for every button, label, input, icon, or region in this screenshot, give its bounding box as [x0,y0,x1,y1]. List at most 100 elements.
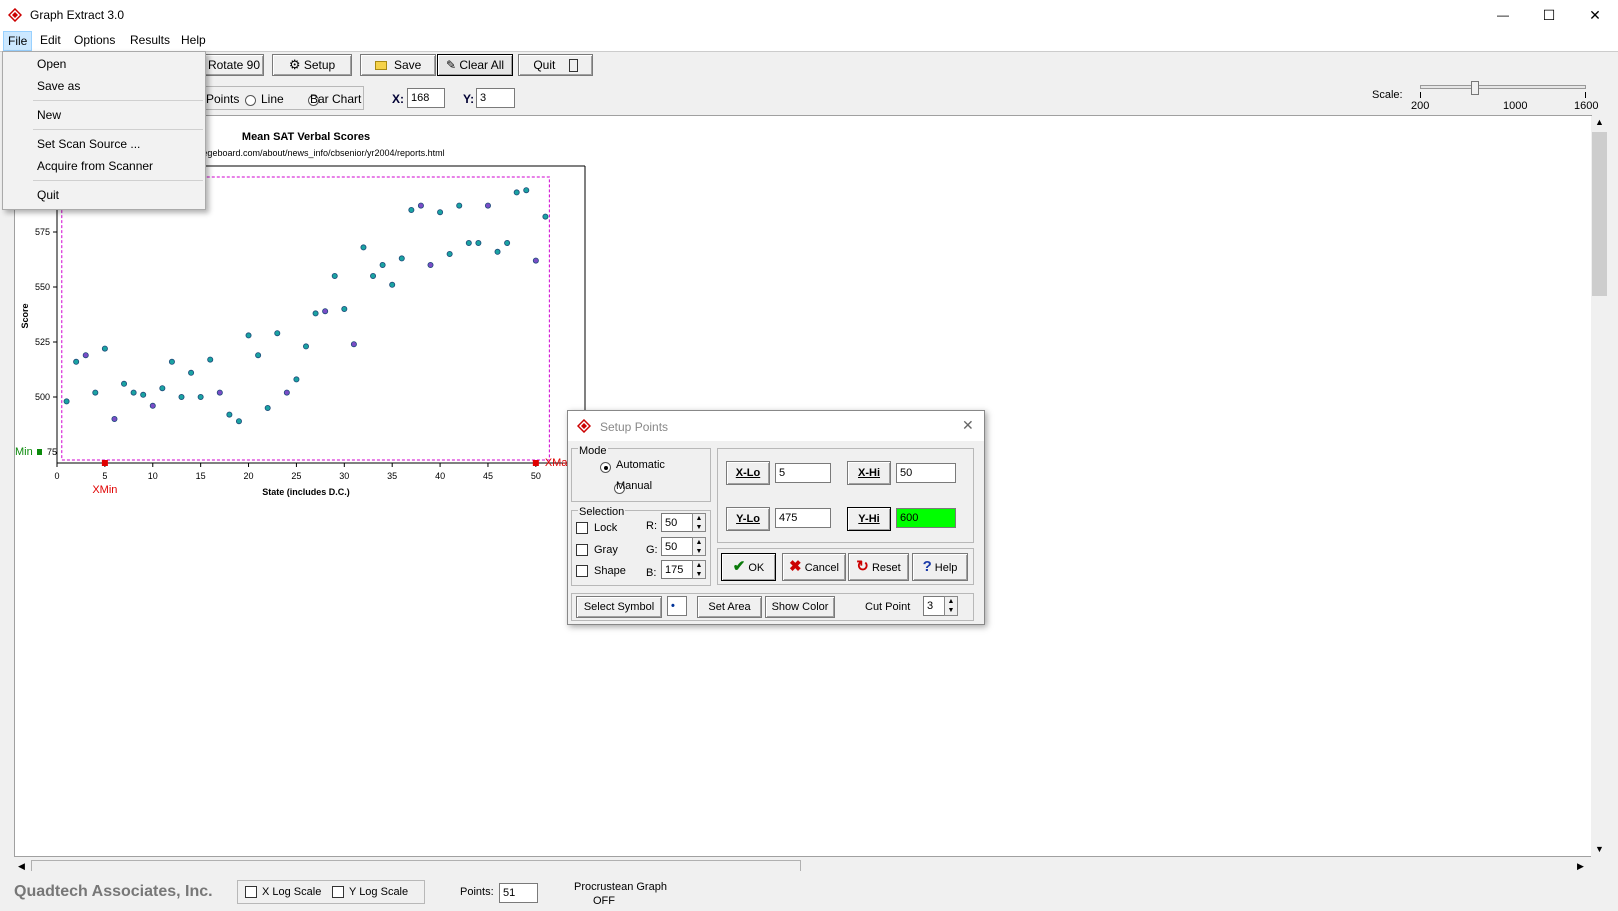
menu-new[interactable]: New [37,108,61,122]
setup-button[interactable]: ⚙ Setup [272,54,352,76]
selection-label: Selection [578,506,626,518]
menu-help[interactable]: Help [181,33,206,47]
scale-slider-thumb[interactable] [1470,81,1479,95]
rotate-90-button[interactable]: Rotate 90 [204,54,264,76]
y-axis-label: Score [20,303,30,328]
y-log-scale-checkbox[interactable] [332,886,344,898]
data-point [331,272,338,279]
menu-bar: File Edit Options Results Help [0,30,1618,52]
data-point [312,310,319,317]
clear-all-button[interactable]: ✎ Clear All [437,54,513,76]
menu-file[interactable]: File [3,31,33,51]
b-field[interactable]: 175 [661,560,693,579]
data-point [417,202,424,209]
xmin-marker [101,460,108,466]
vertical-scrollbar[interactable]: ▲ ▼ [1591,116,1608,858]
select-symbol-label: Select Symbol [583,601,655,613]
cursor-y-field[interactable]: 3 [476,88,515,108]
window-title: Graph Extract 3.0 [30,8,125,22]
scale-tick-200: 200 [1411,100,1430,112]
menu-acquire-scanner[interactable]: Acquire from Scanner [37,159,153,173]
line-radio-label: Line [261,92,284,106]
menu-save-as[interactable]: Save as [37,79,80,93]
close-button[interactable]: ✕ [1572,0,1618,30]
minimize-button[interactable]: — [1480,0,1526,30]
xmax-marker [532,460,539,466]
set-area-button[interactable]: Set Area [697,596,762,618]
procrustean-label: Procrustean Graph [574,881,667,893]
data-point [264,404,271,411]
y-lo-button[interactable]: Y-Lo [726,507,770,531]
data-point [523,187,530,194]
g-spinner[interactable]: ▲ ▼ [692,537,706,556]
quit-button[interactable]: Quit [518,54,593,76]
cut-point-field[interactable]: 3 [923,596,945,616]
vertical-scroll-thumb[interactable] [1592,132,1607,296]
x-tick-label: 25 [291,471,301,481]
menu-edit[interactable]: Edit [40,33,61,47]
lock-checkbox[interactable] [576,522,588,534]
data-point [197,393,204,400]
line-radio[interactable] [245,95,256,107]
cancel-button[interactable]: ✖ Cancel [782,553,846,581]
points-radio-label[interactable]: Points [206,92,239,106]
x-hi-button[interactable]: X-Hi [847,461,891,485]
scroll-up-icon[interactable]: ▲ [1595,117,1604,127]
selection-group: Selection Lock Gray Shape R: 50 ▲ ▼ G: 50… [571,506,711,586]
shape-checkbox[interactable] [576,565,588,577]
cut-point-spinner[interactable]: ▲ ▼ [944,596,958,616]
g-field[interactable]: 50 [661,537,693,556]
file-dropdown-menu: Open Save as New Set Scan Source ... Acq… [2,51,206,210]
cursor-x-field[interactable]: 168 [407,88,445,108]
show-color-button[interactable]: Show Color [765,596,835,618]
menu-separator [33,129,203,130]
help-label: Help [934,562,958,574]
y-lo-field[interactable]: 475 [775,508,831,528]
y-hi-field[interactable]: 600 [896,508,956,528]
x-tick-label: 10 [148,471,158,481]
y-tick-label: 550 [35,282,50,292]
data-point [140,391,147,398]
y-hi-button[interactable]: Y-Hi [847,507,891,531]
x-lo-field[interactable]: 5 [775,463,831,483]
menu-options[interactable]: Options [74,33,115,47]
manual-label: Manual [616,480,653,492]
scroll-down-icon[interactable]: ▼ [1595,844,1604,854]
data-point [283,389,290,396]
automatic-radio[interactable] [600,462,611,474]
eraser-icon: ✎ [445,58,457,72]
maximize-button[interactable]: ☐ [1526,0,1572,30]
clear-all-label: Clear All [459,58,505,72]
menu-open[interactable]: Open [37,57,66,71]
door-icon [568,59,578,73]
r-spinner[interactable]: ▲ ▼ [692,513,706,532]
reset-button[interactable]: ↻ Reset [848,553,909,581]
x-tick-label: 35 [387,471,397,481]
x-hi-field[interactable]: 50 [896,463,956,483]
scale-slider-track[interactable] [1420,85,1586,89]
help-button[interactable]: ? Help [912,553,968,581]
gray-checkbox[interactable] [576,544,588,556]
x-lo-button[interactable]: X-Lo [726,461,770,485]
rotate-label: Rotate 90 [207,58,261,72]
lock-label: Lock [594,522,618,534]
b-spinner[interactable]: ▲ ▼ [692,560,706,579]
menu-quit[interactable]: Quit [37,188,59,202]
y-tick-label: 525 [35,337,50,347]
data-point [408,207,415,214]
select-symbol-button[interactable]: Select Symbol [576,596,662,618]
r-field[interactable]: 50 [661,513,693,532]
menu-set-scan-source[interactable]: Set Scan Source ... [37,137,140,151]
menu-results[interactable]: Results [130,33,170,47]
x-log-scale-checkbox[interactable] [245,886,257,898]
data-point [63,398,70,405]
ymin-label: Min [15,446,33,458]
y-tick-label: 500 [35,392,50,402]
gear-icon: ⚙ [288,57,301,72]
title-bar: Graph Extract 3.0 — ☐ ✕ [0,0,1618,30]
dialog-close-icon[interactable]: ✕ [962,417,974,434]
ok-button[interactable]: ✔ OK [721,553,776,581]
y-lo-label: Y-Lo [736,513,760,525]
save-button[interactable]: Save [360,54,436,76]
data-point [360,244,367,251]
